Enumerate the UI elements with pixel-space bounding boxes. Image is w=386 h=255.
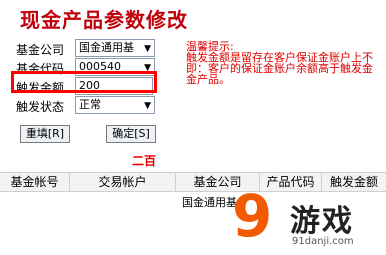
fund-company-label: 基金公司: [16, 43, 65, 57]
column-header[interactable]: 交易帐户: [70, 173, 176, 192]
table-cell[interactable]: 国金通用基: [182, 194, 237, 210]
reset-button[interactable]: 重填[R]: [20, 125, 70, 143]
amount-caption: 二百: [132, 154, 157, 168]
fund-company-value: 国金通用基: [79, 41, 134, 54]
table-header: 基金帐号 交易帐户 基金公司 产品代码 触发金额: [0, 172, 386, 192]
trigger-status-select[interactable]: 正常 ▼: [75, 96, 155, 114]
brand-text: 游戏: [290, 204, 354, 239]
tip-line: 金产品。: [186, 73, 230, 86]
page-title: 现金产品参数修改: [20, 8, 188, 32]
highlight-box: [11, 71, 157, 93]
column-header[interactable]: 基金帐号: [0, 173, 70, 192]
brand-url: 91danji.com: [292, 236, 354, 247]
trigger-status-value: 正常: [79, 98, 101, 111]
chevron-down-icon[interactable]: ▼: [144, 41, 151, 57]
watermark-logo: 9 游戏 91danji.com: [232, 182, 386, 255]
brand-number: 9: [232, 182, 272, 250]
confirm-button[interactable]: 确定[S]: [106, 125, 156, 143]
fund-company-select[interactable]: 国金通用基 ▼: [75, 39, 155, 57]
chevron-down-icon[interactable]: ▼: [144, 98, 151, 114]
trigger-status-label: 触发状态: [16, 100, 65, 114]
